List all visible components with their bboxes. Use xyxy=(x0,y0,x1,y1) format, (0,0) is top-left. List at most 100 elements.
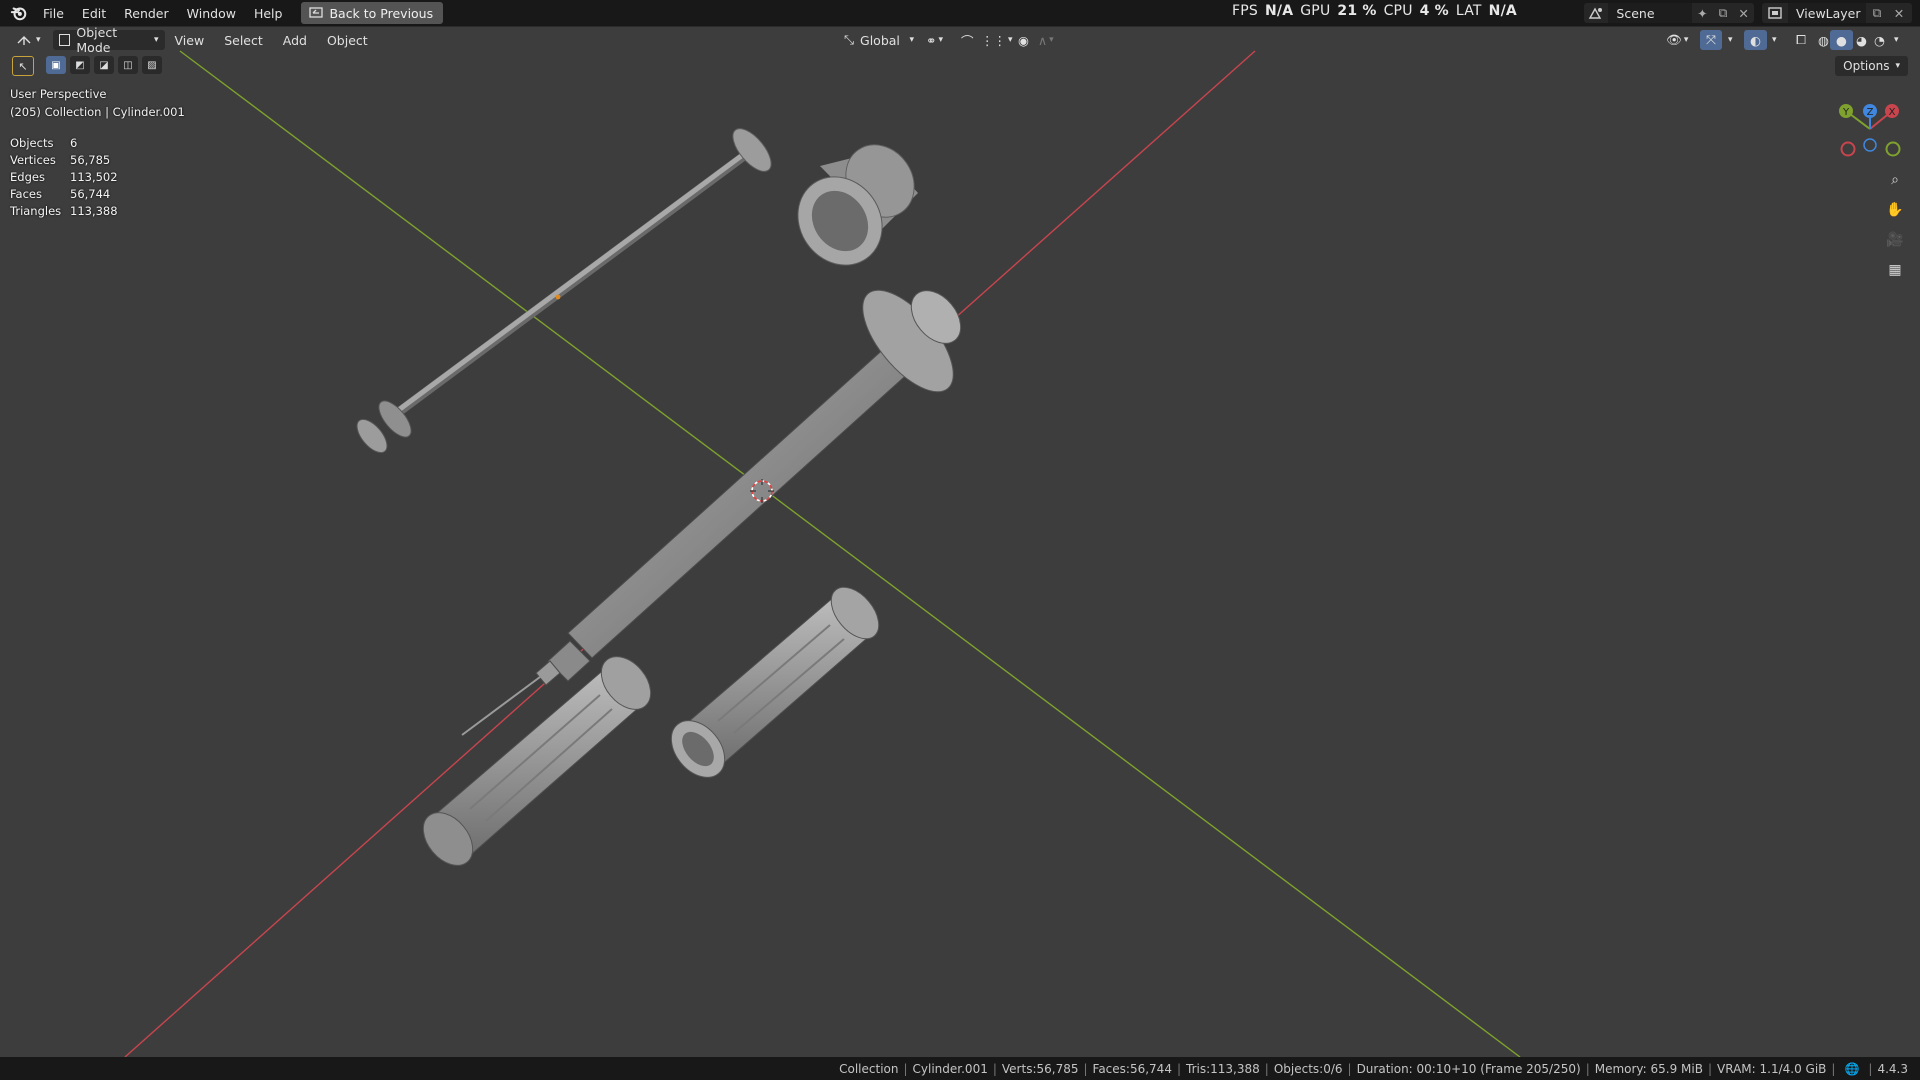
view-layer-selector[interactable]: ViewLayer ⧉ ✕ xyxy=(1762,3,1912,23)
status-collection: Collection xyxy=(839,1061,899,1076)
stat-row: Edges 113,502 xyxy=(10,168,118,185)
stat-label: Edges xyxy=(10,169,45,184)
status-objects: Objects:0/6 xyxy=(1273,1061,1343,1076)
proportional-edit-icon: ◉ xyxy=(1018,32,1029,48)
editor-type-button[interactable]: ▾ xyxy=(10,30,47,50)
options-dropdown[interactable]: Options ▾ xyxy=(1835,56,1908,76)
blender-logo-icon[interactable] xyxy=(10,4,28,22)
menu-help[interactable]: Help xyxy=(245,3,292,24)
stat-value: 56,744 xyxy=(70,186,111,201)
pivot-point-button[interactable]: ⚭ ▾ xyxy=(920,30,949,50)
pin-icon[interactable]: ✦ xyxy=(1692,3,1713,23)
xray-icon: ⧠ xyxy=(1796,32,1807,47)
viewport-scene[interactable] xyxy=(0,27,1920,1057)
3d-view-icon xyxy=(17,36,31,45)
menu-edit[interactable]: Edit xyxy=(73,3,115,24)
menu-object[interactable]: Object xyxy=(317,33,378,48)
menu-file[interactable]: File xyxy=(34,3,73,24)
network-globe-icon[interactable]: 🌐 xyxy=(1844,1062,1859,1076)
viewport-header: ▾ Object Mode ▾ View Select Add Object ⤡… xyxy=(0,27,1920,55)
select-extend-icon[interactable]: ◩ xyxy=(70,56,90,74)
chevron-down-icon: ▾ xyxy=(1728,35,1733,45)
gizmo-toggle[interactable]: ⤧ xyxy=(1700,30,1723,50)
plunger-object[interactable] xyxy=(351,122,777,457)
scene-icon[interactable] xyxy=(1584,3,1608,23)
fps-label: FPS xyxy=(1232,3,1258,19)
select-tool-icon[interactable]: ↖ xyxy=(12,56,34,76)
blender-version: 4.4.3 xyxy=(1877,1061,1908,1076)
object-mode-dropdown[interactable]: Object Mode ▾ xyxy=(52,27,165,55)
screen-back-icon xyxy=(309,7,324,18)
menu-window[interactable]: Window xyxy=(178,3,245,24)
orientation-label: Global xyxy=(860,32,900,48)
menu-render[interactable]: Render xyxy=(115,3,178,24)
visibility-button[interactable]: 👁 ▾ xyxy=(1660,30,1694,50)
scene-name-field[interactable]: Scene xyxy=(1608,3,1693,23)
status-memory: Memory: 65.9 MiB xyxy=(1594,1061,1703,1076)
chevron-down-icon: ▾ xyxy=(1895,61,1900,71)
syringe-barrel-object[interactable] xyxy=(461,276,971,736)
gpu-label: GPU xyxy=(1300,3,1331,19)
stat-label: Objects xyxy=(10,135,54,150)
stat-row: Objects 6 xyxy=(10,134,118,151)
menu-select[interactable]: Select xyxy=(214,33,273,48)
grip-tube-right-object[interactable] xyxy=(661,578,888,787)
falloff-curve-icon: ∧ xyxy=(1038,32,1048,48)
fps-value: N/A xyxy=(1264,3,1294,19)
select-intersect-icon[interactable]: ▨ xyxy=(142,56,162,74)
gizmo-icon: ⤧ xyxy=(1706,32,1717,47)
overlays-dropdown[interactable]: ▾ xyxy=(1766,30,1783,50)
gizmo-neg-z[interactable] xyxy=(1863,138,1877,152)
navigation-gizmo[interactable]: X Y Z xyxy=(1830,97,1920,167)
grip-tube-left-object[interactable] xyxy=(413,647,660,875)
scene-selector[interactable]: Scene ✦ ⧉ ✕ xyxy=(1584,3,1754,23)
xray-toggle[interactable]: ⧠ xyxy=(1790,30,1812,50)
gizmo-dropdown[interactable]: ▾ xyxy=(1722,30,1739,50)
back-to-previous-button[interactable]: Back to Previous xyxy=(301,2,444,24)
solid-sphere-icon: ● xyxy=(1836,32,1847,48)
stat-value: 113,388 xyxy=(70,203,118,218)
new-view-layer-icon[interactable]: ⧉ xyxy=(1866,3,1888,23)
status-vram: VRAM: 1.1/4.0 GiB xyxy=(1717,1061,1827,1076)
gizmo-neg-x[interactable] xyxy=(1840,141,1856,157)
shading-dropdown[interactable]: ▾ xyxy=(1888,30,1905,50)
delete-view-layer-icon[interactable]: ✕ xyxy=(1888,3,1910,23)
pan-hand-icon[interactable]: ✋ xyxy=(1882,197,1908,223)
cpu-label: CPU xyxy=(1383,3,1413,19)
menu-add[interactable]: Add xyxy=(273,33,317,48)
new-scene-icon[interactable]: ⧉ xyxy=(1713,3,1734,23)
view-layer-name-field[interactable]: ViewLayer xyxy=(1788,3,1866,23)
transform-orientation-dropdown[interactable]: ⤡ Global ▾ xyxy=(838,30,920,50)
3d-viewport[interactable]: ▾ Object Mode ▾ View Select Add Object ⤡… xyxy=(0,26,1920,1057)
view-layer-icon[interactable] xyxy=(1762,3,1788,23)
snap-grid-icon: ⋮⋮ xyxy=(981,32,1006,48)
gpu-value: 21 % xyxy=(1337,3,1377,19)
stat-row: Triangles 113,388 xyxy=(10,202,118,219)
status-duration: Duration: 00:10+10 (Frame 205/250) xyxy=(1356,1061,1581,1076)
chevron-down-icon: ▾ xyxy=(909,35,914,45)
falloff-button[interactable]: ∧ ▾ xyxy=(1032,30,1060,50)
select-subtract-icon[interactable]: ◪ xyxy=(94,56,114,74)
camera-icon[interactable]: 🎥 xyxy=(1882,227,1908,253)
delete-scene-icon[interactable]: ✕ xyxy=(1733,3,1754,23)
blender-window: File Edit Render Window Help Back to Pre… xyxy=(0,0,1920,1080)
stat-label: Faces xyxy=(10,186,42,201)
cap-object[interactable] xyxy=(781,132,928,282)
overlays-icon: ◐ xyxy=(1750,32,1761,48)
menu-view[interactable]: View xyxy=(165,33,215,48)
rendered-sphere-icon: ◔ xyxy=(1874,32,1885,48)
zoom-icon[interactable]: ⌕ xyxy=(1882,167,1908,193)
stat-label: Triangles xyxy=(10,203,62,218)
status-tris: Tris:113,388 xyxy=(1186,1061,1260,1076)
status-faces: Faces:56,744 xyxy=(1092,1061,1172,1076)
select-invert-icon[interactable]: ◫ xyxy=(118,56,138,74)
view-perspective-label: User Perspective xyxy=(10,87,107,101)
overlays-toggle[interactable]: ◐ xyxy=(1744,30,1767,50)
orientation-icon: ⤡ xyxy=(844,32,855,47)
active-object-info: (205) Collection | Cylinder.001 xyxy=(10,105,185,119)
select-new-icon[interactable]: ▣ xyxy=(46,56,66,74)
pivot-icon: ⚭ xyxy=(926,32,937,48)
grid-view-icon[interactable]: ▦ xyxy=(1882,257,1908,283)
stat-label: Vertices xyxy=(10,152,56,167)
gizmo-neg-y[interactable] xyxy=(1885,141,1901,157)
